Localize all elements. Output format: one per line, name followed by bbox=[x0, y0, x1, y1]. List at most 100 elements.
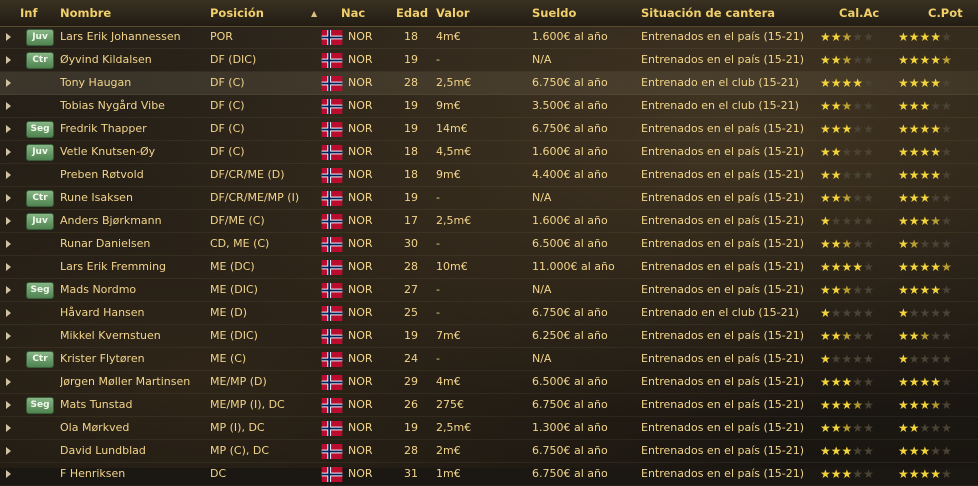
star-full-icon: ★ bbox=[919, 30, 931, 44]
star-half-icon: ★ bbox=[841, 191, 853, 205]
expand-arrow-icon[interactable] bbox=[6, 148, 11, 156]
player-name-link[interactable]: Mikkel Kvernstuen bbox=[60, 325, 208, 347]
player-name-link[interactable]: Ola Mørkved bbox=[60, 417, 208, 439]
table-row[interactable]: Ctr Krister Flytøren ME (C) NOR 24 - N/A Entren… bbox=[0, 348, 978, 371]
player-name-link[interactable]: Lars Erik Fremming bbox=[60, 256, 208, 278]
nationality-flag bbox=[320, 122, 344, 137]
star-half-icon: ★ bbox=[841, 99, 853, 113]
col-header-posicion[interactable]: Posición bbox=[210, 0, 264, 26]
expand-arrow-icon[interactable] bbox=[6, 194, 11, 202]
nationality-flag bbox=[320, 283, 344, 298]
player-name-link[interactable]: Tobias Nygård Vibe bbox=[60, 95, 208, 117]
star-empty-icon: ★ bbox=[941, 375, 952, 389]
expand-arrow-icon[interactable] bbox=[6, 125, 11, 133]
star-empty-icon: ★ bbox=[863, 398, 874, 412]
expand-arrow-icon[interactable] bbox=[6, 56, 11, 64]
table-row[interactable]: Ctr Øyvind Kildalsen DF (DIC) NOR 19 - N/A Entr… bbox=[0, 49, 978, 72]
player-name-link[interactable]: Krister Flytøren bbox=[60, 348, 208, 370]
col-header-nombre[interactable]: Nombre bbox=[60, 0, 111, 26]
expand-arrow-icon[interactable] bbox=[6, 378, 11, 386]
table-row[interactable]: Runar Danielsen CD, ME (C) NOR 30 - 6.500€ al… bbox=[0, 233, 978, 256]
col-header-c-pot[interactable]: C.Pot bbox=[928, 0, 963, 26]
player-list: Juv Lars Erik Johannessen POR NOR 18 4m€ 1.600… bbox=[0, 26, 978, 486]
player-name-link[interactable]: Håvard Hansen bbox=[60, 302, 208, 324]
star-full-icon: ★ bbox=[898, 76, 909, 90]
player-name-link[interactable]: Mads Nordmo bbox=[60, 279, 208, 301]
expand-arrow-icon[interactable] bbox=[6, 33, 11, 41]
table-row[interactable]: Tony Haugan DF (C) NOR 28 2,5m€ 6.750€ al año… bbox=[0, 72, 978, 95]
expand-arrow-icon[interactable] bbox=[6, 171, 11, 179]
expand-arrow-icon[interactable] bbox=[6, 470, 11, 478]
table-row[interactable]: Juv Lars Erik Johannessen POR NOR 18 4m€ 1.600… bbox=[0, 26, 978, 49]
player-name-link[interactable]: David Lundblad bbox=[60, 440, 208, 462]
col-header-nac[interactable]: Nac bbox=[341, 0, 365, 26]
star-full-icon: ★ bbox=[830, 444, 842, 458]
expand-arrow-icon[interactable] bbox=[6, 309, 11, 317]
table-row[interactable]: Tobias Nygård Vibe DF (C) NOR 19 9m€ 3.500€ a… bbox=[0, 95, 978, 118]
player-salary: 1.600€ al año bbox=[532, 214, 608, 227]
player-position: ME/MP (I), DC bbox=[210, 398, 285, 411]
expand-arrow-icon[interactable] bbox=[6, 79, 11, 87]
expand-arrow-icon[interactable] bbox=[6, 102, 11, 110]
expand-arrow-icon[interactable] bbox=[6, 240, 11, 248]
table-row[interactable]: Seg Mads Nordmo ME (DIC) NOR 27 - N/A Entrenado… bbox=[0, 279, 978, 302]
table-row[interactable]: David Lundblad MP (C), DC NOR 28 2m€ 6.750€ a… bbox=[0, 440, 978, 463]
table-row[interactable]: Seg Fredrik Thapper DF (C) NOR 19 14m€ 6.750€ … bbox=[0, 118, 978, 141]
expand-arrow-icon[interactable] bbox=[6, 401, 11, 409]
expand-arrow-icon[interactable] bbox=[6, 424, 11, 432]
table-row[interactable]: F Henriksen DC NOR 31 1m€ 6.750€ al año Entren… bbox=[0, 463, 978, 486]
player-name-link[interactable]: Anders Bjørkmann bbox=[60, 210, 208, 232]
potential-ability-stars: ★★★★★ bbox=[898, 394, 952, 416]
expand-arrow-icon[interactable] bbox=[6, 286, 11, 294]
table-row[interactable]: Seg Mats Tunstad ME/MP (I), DC NOR 26 275€ 6.7… bbox=[0, 394, 978, 417]
table-row[interactable]: Ctr Rune Isaksen DF/CR/ME/MP (I) NOR 19 - N/A E… bbox=[0, 187, 978, 210]
player-name-link[interactable]: Mats Tunstad bbox=[60, 394, 208, 416]
player-youth-status: Entrenados en el país (15-21) bbox=[641, 352, 805, 365]
star-empty-icon: ★ bbox=[852, 283, 864, 297]
player-value: - bbox=[436, 191, 440, 204]
player-position: ME/MP (D) bbox=[210, 375, 267, 388]
table-row[interactable]: Ola Mørkved MP (I), DC NOR 19 2,5m€ 1.300€ al… bbox=[0, 417, 978, 440]
col-header-valor[interactable]: Valor bbox=[436, 0, 470, 26]
expand-arrow-icon[interactable] bbox=[6, 217, 11, 225]
player-age: 30 bbox=[404, 237, 418, 250]
player-name-link[interactable]: Rune Isaksen bbox=[60, 187, 208, 209]
player-name-link[interactable]: Preben Røtvold bbox=[60, 164, 208, 186]
star-empty-icon: ★ bbox=[930, 237, 942, 251]
star-full-icon: ★ bbox=[919, 99, 931, 113]
table-row[interactable]: Juv Vetle Knutsen-Øy DF (C) NOR 18 4,5m€ 1.600… bbox=[0, 141, 978, 164]
sort-up-icon[interactable]: ▲ bbox=[311, 9, 317, 18]
table-row[interactable]: Jørgen Møller Martinsen ME/MP (D) NOR 29 4m€… bbox=[0, 371, 978, 394]
table-row[interactable]: Juv Anders Bjørkmann DF/ME (C) NOR 17 2,5m€ 1.… bbox=[0, 210, 978, 233]
expand-arrow-icon[interactable] bbox=[6, 355, 11, 363]
expand-arrow-icon[interactable] bbox=[6, 263, 11, 271]
star-empty-icon: ★ bbox=[852, 375, 864, 389]
col-header-situacion[interactable]: Situación de cantera bbox=[641, 0, 775, 26]
player-position: DF (C) bbox=[210, 122, 245, 135]
player-youth-status: Entrenados en el país (15-21) bbox=[641, 467, 805, 480]
star-empty-icon: ★ bbox=[919, 306, 931, 320]
table-row[interactable]: Håvard Hansen ME (D) NOR 25 - 6.750€ al año En… bbox=[0, 302, 978, 325]
star-empty-icon: ★ bbox=[941, 76, 952, 90]
player-name-link[interactable]: Tony Haugan bbox=[60, 72, 208, 94]
star-full-icon: ★ bbox=[898, 122, 909, 136]
col-header-inf[interactable]: Inf bbox=[20, 0, 37, 26]
player-salary: 3.500€ al año bbox=[532, 99, 608, 112]
player-name-link[interactable]: F Henriksen bbox=[60, 463, 208, 485]
player-name-link[interactable]: Fredrik Thapper bbox=[60, 118, 208, 140]
col-header-edad[interactable]: Edad bbox=[396, 0, 428, 26]
player-name-link[interactable]: Vetle Knutsen-Øy bbox=[60, 141, 208, 163]
table-row[interactable]: Mikkel Kvernstuen ME (DIC) NOR 19 7m€ 6.250€ … bbox=[0, 325, 978, 348]
expand-arrow-icon[interactable] bbox=[6, 447, 11, 455]
star-empty-icon: ★ bbox=[841, 168, 853, 182]
table-row[interactable]: Lars Erik Fremming ME (DC) NOR 28 10m€ 11.000… bbox=[0, 256, 978, 279]
player-name-link[interactable]: Øyvind Kildalsen bbox=[60, 49, 208, 71]
player-name-link[interactable]: Runar Danielsen bbox=[60, 233, 208, 255]
col-header-sueldo[interactable]: Sueldo bbox=[532, 0, 576, 26]
player-name-link[interactable]: Lars Erik Johannessen bbox=[60, 26, 208, 48]
col-header-cal-ac[interactable]: Cal.Ac bbox=[839, 0, 879, 26]
player-name-link[interactable]: Jørgen Møller Martinsen bbox=[60, 371, 208, 393]
table-row[interactable]: Preben Røtvold DF/CR/ME (D) NOR 18 9m€ 4.400€… bbox=[0, 164, 978, 187]
expand-arrow-icon[interactable] bbox=[6, 332, 11, 340]
player-value: 4m€ bbox=[436, 30, 461, 43]
